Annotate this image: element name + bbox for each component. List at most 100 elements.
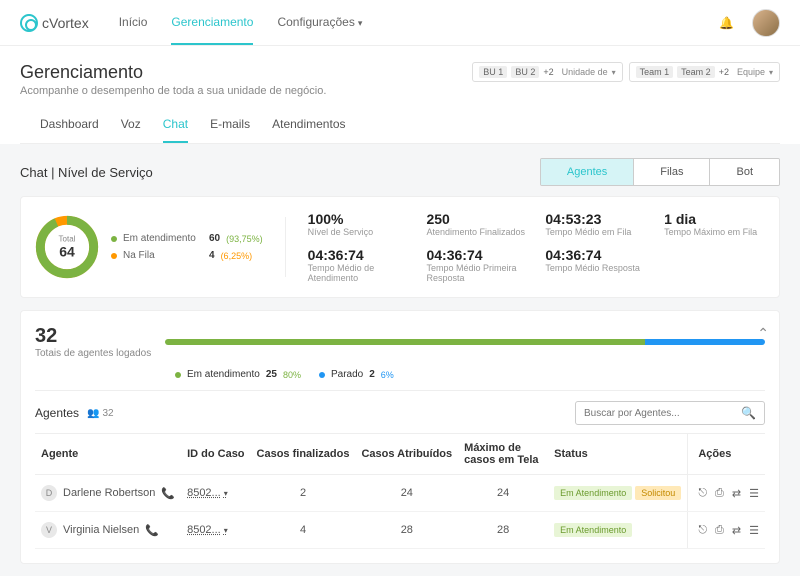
nav-configuracoes[interactable]: Configurações ▾: [277, 1, 362, 45]
donut-total-value: 64: [59, 244, 76, 260]
chevron-down-icon: ▾: [224, 489, 228, 498]
seg-agentes[interactable]: Agentes: [541, 159, 634, 185]
kpi-label: Atendimento Finalizados: [426, 227, 527, 237]
kpi-label: Tempo Médio Primeira Resposta: [426, 263, 527, 283]
legend-value: 4: [209, 250, 215, 261]
nav-gerenciamento[interactable]: Gerenciamento: [171, 1, 253, 45]
avatar-initial: D: [41, 485, 57, 501]
kpi-value: 04:36:74: [545, 247, 646, 263]
legend-pct: 80%: [283, 370, 301, 380]
nav-inicio[interactable]: Início: [119, 1, 148, 45]
legend-label: Na Fila: [123, 250, 203, 261]
page-title: Gerenciamento: [20, 62, 326, 83]
nav-label: Gerenciamento: [171, 15, 253, 29]
action-print-icon[interactable]: ⎙: [715, 487, 724, 500]
donut-total-label: Total: [59, 235, 76, 244]
kpi-label: Tempo Médio de Atendimento: [308, 263, 409, 283]
th-finished[interactable]: Casos finalizados: [251, 434, 356, 475]
action-transfer-icon[interactable]: ⇄: [732, 487, 741, 500]
dot-icon: [111, 236, 117, 242]
legend-pct: (6,25%): [221, 251, 253, 261]
seg-label: Filas: [660, 166, 683, 178]
kpi-nivel-servico: 100%Nível de Serviço: [308, 211, 409, 237]
agent-name: Darlene Robertson: [63, 487, 155, 499]
tab-dashboard[interactable]: Dashboard: [40, 107, 99, 143]
tab-atendimentos[interactable]: Atendimentos: [272, 107, 345, 143]
case-id: 8502...: [187, 524, 221, 536]
action-list-icon[interactable]: ☰: [749, 487, 759, 500]
user-avatar[interactable]: [752, 9, 780, 37]
phone-icon[interactable]: 📞: [145, 524, 159, 537]
th-assigned[interactable]: Casos Atribuídos: [355, 434, 458, 475]
chevron-down-icon: ▾: [769, 68, 773, 77]
legend-label: Parado: [331, 369, 363, 380]
seg-label: Bot: [736, 166, 753, 178]
legend-label: Em atendimento: [123, 233, 203, 244]
table-row: V Virginia Nielsen 📞 8502...▾ 4 28 28 Em…: [35, 512, 765, 549]
action-list-icon[interactable]: ☰: [749, 524, 759, 537]
agents-card: 32 Totais de agentes logados ⌃ Em atendi…: [20, 310, 780, 564]
divider: [285, 217, 286, 277]
logo-icon: [20, 14, 38, 32]
table-count: 32: [103, 408, 114, 419]
th-agente[interactable]: Agente: [35, 434, 181, 475]
notifications-icon[interactable]: 🔔: [719, 16, 734, 30]
cell-max: 28: [458, 512, 548, 549]
case-id: 8502...: [187, 487, 221, 499]
filter-chip: Team 1: [636, 66, 674, 78]
filter-label: Equipe: [737, 67, 765, 77]
action-print-icon[interactable]: ⎙: [715, 524, 724, 537]
filter-label: Unidade de: [562, 67, 608, 77]
filter-business-unit[interactable]: BU 1 BU 2 +2 Unidade de ▾: [472, 62, 622, 82]
dot-icon: [111, 253, 117, 259]
filter-more: +2: [719, 67, 729, 77]
legend-pct: 6%: [381, 370, 394, 380]
kpi-label: Tempo Médio em Fila: [545, 227, 646, 237]
chevron-down-icon: ▾: [612, 68, 616, 77]
kpi-finalizados: 250Atendimento Finalizados: [426, 211, 527, 237]
case-id-link[interactable]: 8502...▾: [187, 524, 244, 536]
kpi-value: 1 dia: [664, 211, 765, 227]
tab-label: Voz: [121, 117, 141, 131]
th-actions[interactable]: Ações: [688, 434, 765, 475]
agent-name: Virginia Nielsen: [63, 524, 139, 536]
nav-label: Configurações: [277, 15, 354, 29]
kpi-tma: 04:36:74Tempo Médio de Atendimento: [308, 247, 409, 283]
th-status[interactable]: Status: [548, 434, 688, 475]
phone-icon[interactable]: 📞: [161, 487, 175, 500]
brand-logo[interactable]: cVortex: [20, 14, 89, 32]
case-id-link[interactable]: 8502...▾: [187, 487, 244, 499]
action-exit-icon[interactable]: ⎋: [698, 524, 707, 537]
collapse-icon[interactable]: ⌃: [757, 325, 769, 342]
status-badge: Em Atendimento: [554, 486, 632, 500]
avatar-initial: V: [41, 522, 57, 538]
filter-team[interactable]: Team 1 Team 2 +2 Equipe ▾: [629, 62, 780, 82]
section-title: Chat | Nível de Serviço: [20, 165, 153, 180]
chevron-down-icon: ▾: [358, 18, 363, 28]
kpi-label: Tempo Máximo em Fila: [664, 227, 765, 237]
kpi-value: 04:36:74: [308, 247, 409, 263]
tab-label: Atendimentos: [272, 117, 345, 131]
tab-label: Dashboard: [40, 117, 99, 131]
th-caseid[interactable]: ID do Caso: [181, 434, 250, 475]
cell-assigned: 24: [355, 475, 458, 512]
tab-chat[interactable]: Chat: [163, 107, 188, 143]
tab-emails[interactable]: E-mails: [210, 107, 250, 143]
legend-value: 25: [266, 369, 277, 380]
kpi-tmr: 04:36:74Tempo Médio Resposta: [545, 247, 646, 283]
agents-total-label: Totais de agentes logados: [35, 348, 151, 359]
page-subtitle: Acompanhe o desempenho de toda a sua uni…: [20, 85, 326, 97]
seg-bot[interactable]: Bot: [710, 159, 779, 185]
kpi-value: 04:36:74: [426, 247, 527, 263]
kpi-value: 04:53:23: [545, 211, 646, 227]
action-transfer-icon[interactable]: ⇄: [732, 524, 741, 537]
search-input[interactable]: [584, 408, 741, 419]
table-row: D Darlene Robertson 📞 8502...▾ 2 24 24 E…: [35, 475, 765, 512]
action-exit-icon[interactable]: ⎋: [698, 487, 707, 500]
search-agents[interactable]: 🔍: [575, 401, 765, 425]
tab-voz[interactable]: Voz: [121, 107, 141, 143]
cell-max: 24: [458, 475, 548, 512]
th-max[interactable]: Máximo de casos em Tela: [458, 434, 548, 475]
agents-progress-bar: [165, 339, 765, 345]
seg-filas[interactable]: Filas: [634, 159, 710, 185]
